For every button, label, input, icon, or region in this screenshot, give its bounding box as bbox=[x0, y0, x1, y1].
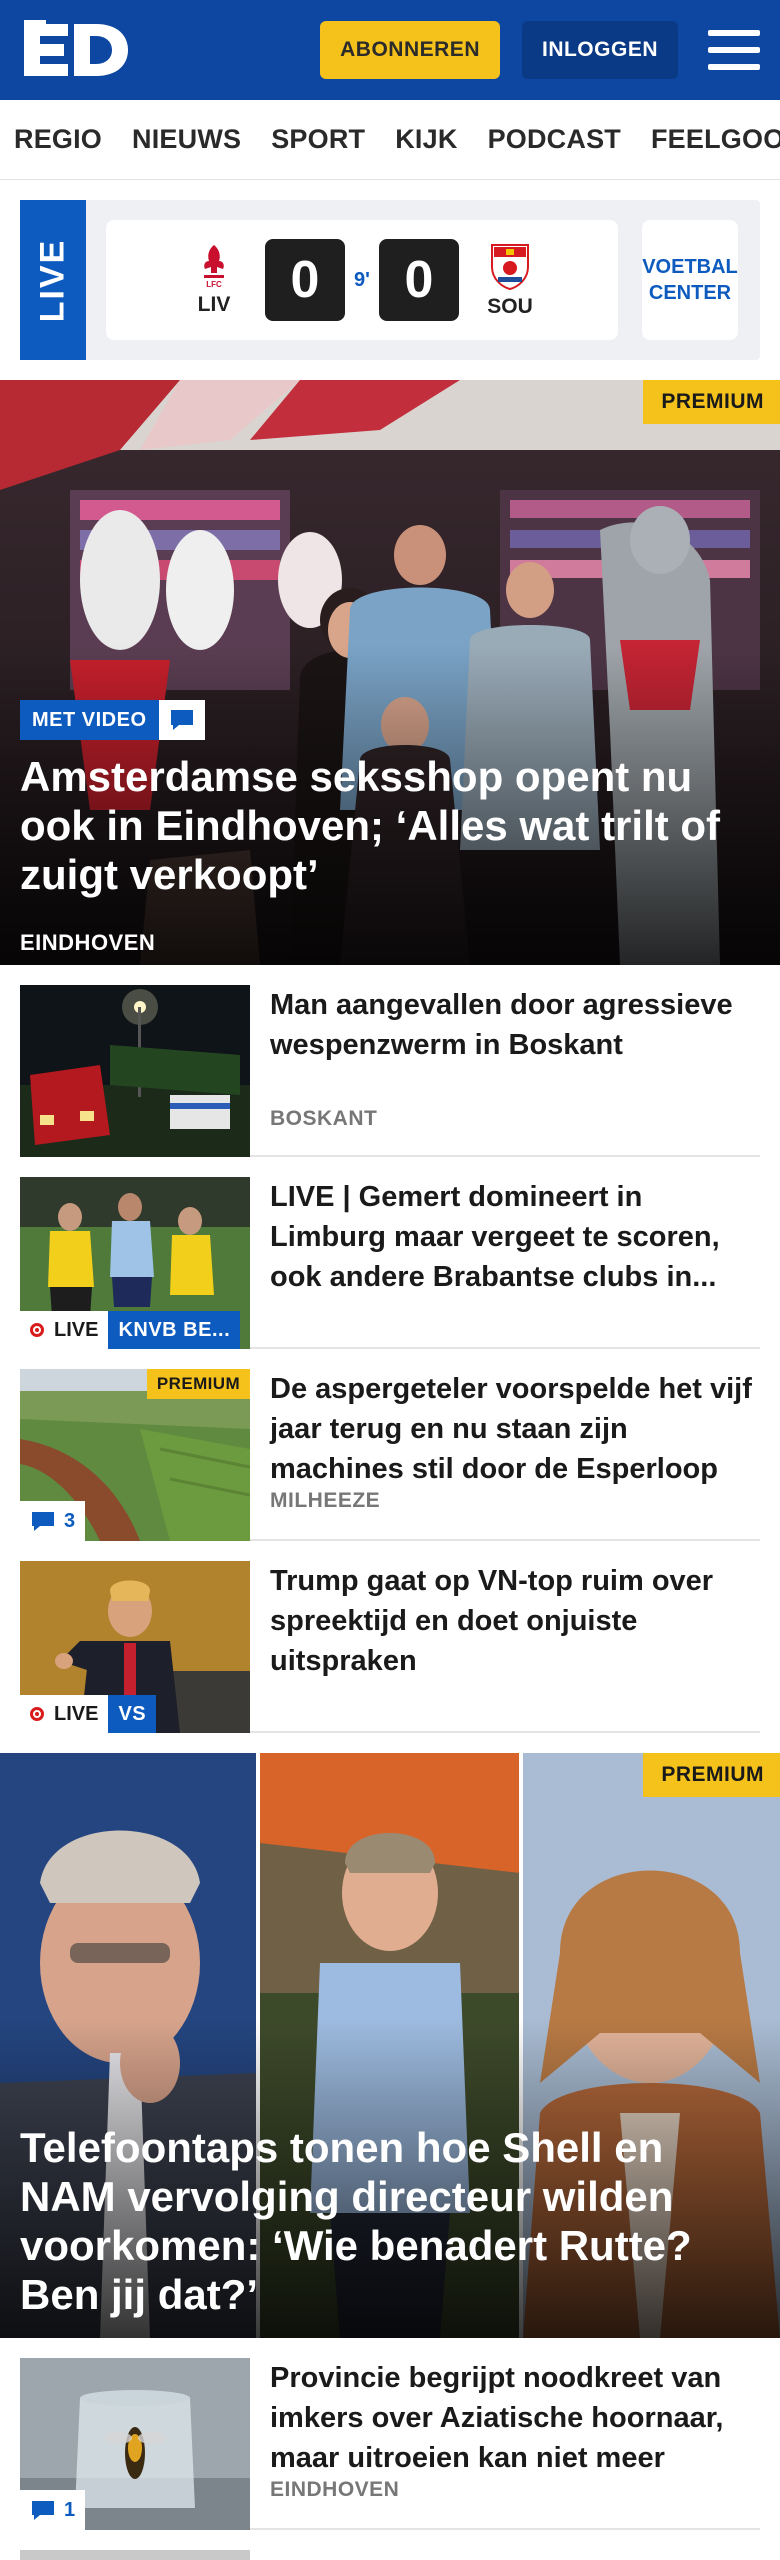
nav-item-feelgood[interactable]: FEELGOOD bbox=[651, 124, 780, 155]
menu-icon[interactable] bbox=[708, 28, 760, 72]
live-score-widget: LIVE LFC LIV 0 9' 0 SOU VOETBAL CENTER bbox=[20, 200, 760, 360]
video-badge: MET VIDEO bbox=[20, 700, 205, 740]
nav-item-regio[interactable]: REGIO bbox=[14, 124, 102, 155]
video-badge-label: MET VIDEO bbox=[20, 700, 159, 740]
away-score: 0 bbox=[379, 239, 459, 321]
southampton-crest-icon bbox=[491, 244, 529, 291]
live-dot-icon bbox=[30, 1323, 44, 1337]
live-badge-label: LIVE bbox=[20, 1311, 109, 1349]
voetbal-center-label: VOETBAL CENTER bbox=[642, 254, 738, 306]
away-team-abbr: SOU bbox=[487, 295, 533, 318]
comment-icon bbox=[32, 1512, 54, 1531]
list-item[interactable]: LIVE KNVB BE... LIVE | Gemert domineert … bbox=[20, 1157, 760, 1349]
list-item[interactable]: LIVE VS Trump gaat op VN-top ruim over s… bbox=[20, 1541, 760, 1733]
home-team-abbr: LIV bbox=[197, 293, 231, 316]
live-dot-icon bbox=[30, 1707, 44, 1721]
article-list: Man aangevallen door agressieve wespenzw… bbox=[0, 965, 780, 1733]
comment-icon bbox=[32, 2501, 54, 2520]
article-thumbnail: 1 bbox=[20, 2358, 250, 2530]
article-headline[interactable]: De aspergeteler voorspelde het vijf jaar… bbox=[270, 1369, 760, 1489]
article-location: EINDHOVEN bbox=[270, 2478, 400, 2501]
live-tab[interactable]: LIVE bbox=[20, 200, 86, 360]
home-score: 0 bbox=[265, 239, 345, 321]
nav-item-sport[interactable]: SPORT bbox=[271, 124, 365, 155]
comment-count: 3 bbox=[64, 1509, 76, 1532]
login-button[interactable]: INLOGGEN bbox=[521, 21, 678, 79]
voetbal-center-label-2: CENTER bbox=[648, 282, 732, 304]
comment-count: 1 bbox=[64, 2498, 76, 2521]
subscribe-button[interactable]: ABONNEREN bbox=[320, 21, 500, 79]
home-team: LFC LIV bbox=[179, 243, 249, 317]
premium-badge: PREMIUM bbox=[146, 1369, 250, 1399]
premium-badge: PREMIUM bbox=[643, 1753, 780, 1797]
nav-item-kijk[interactable]: KIJK bbox=[395, 124, 457, 155]
comment-icon bbox=[158, 700, 205, 740]
live-badge: LIVE VS bbox=[20, 1695, 157, 1733]
hero-location: EINDHOVEN bbox=[20, 930, 156, 955]
hero-headline[interactable]: Amsterdamse seksshop opent nu ook in Ein… bbox=[20, 752, 760, 899]
premium-badge: PREMIUM bbox=[643, 380, 780, 424]
nav-item-podcast[interactable]: PODCAST bbox=[488, 124, 621, 155]
article-headline[interactable]: Provincie begrijpt noodkreet van imkers … bbox=[270, 2358, 760, 2478]
article-headline[interactable]: LIVE | Gemert domineert in Limburg maar … bbox=[270, 1177, 760, 1297]
nav-item-nieuws[interactable]: NIEUWS bbox=[132, 124, 241, 155]
main-nav: REGIO NIEUWS SPORT KIJK PODCAST FEELGOOD bbox=[0, 100, 780, 180]
away-team: SOU bbox=[475, 241, 545, 319]
hero2-headline[interactable]: Telefoontaps tonen hoe Shell en NAM verv… bbox=[20, 2123, 760, 2319]
live-badge-label: LIVE bbox=[20, 1695, 109, 1733]
live-tab-label: LIVE bbox=[33, 238, 72, 322]
article-location: BOSKANT bbox=[270, 1107, 378, 1130]
article-thumbnail: LIVE KNVB BE... bbox=[20, 1177, 250, 1349]
match-score-card[interactable]: LFC LIV 0 9' 0 SOU bbox=[106, 220, 618, 340]
match-minute: 9' bbox=[354, 268, 370, 291]
list-item[interactable]: PREMIUM 3 De aspergeteler voorspelde het… bbox=[20, 1349, 760, 1541]
site-header: ABONNEREN INLOGGEN bbox=[0, 0, 780, 100]
article-headline[interactable]: Man aangevallen door agressieve wespenzw… bbox=[270, 985, 760, 1065]
hero-article-2[interactable]: PREMIUM Telefoontaps tonen hoe Shell en … bbox=[0, 1753, 780, 2338]
live-badge: LIVE KNVB BE... bbox=[20, 1311, 241, 1349]
voetbal-center-label-1: VOETBAL bbox=[642, 256, 738, 278]
list-item[interactable]: 1 Provincie begrijpt noodkreet van imker… bbox=[20, 2338, 760, 2530]
list-item[interactable]: Man aangevallen door agressieve wespenzw… bbox=[20, 965, 760, 1157]
article-location: MILHEEZE bbox=[270, 1489, 381, 1512]
article-thumbnail bbox=[20, 985, 250, 1157]
article-thumbnail: PREMIUM 3 bbox=[20, 1369, 250, 1541]
live-badge-tag: VS bbox=[108, 1695, 157, 1733]
comment-count-badge: 1 bbox=[20, 2490, 86, 2530]
live-badge-text: LIVE bbox=[54, 1702, 99, 1725]
svg-text:LFC: LFC bbox=[206, 280, 222, 289]
article-list-2: 1 Provincie begrijpt noodkreet van imker… bbox=[0, 2338, 780, 2560]
article-thumbnail bbox=[20, 2550, 250, 2560]
live-badge-tag: KNVB BE... bbox=[108, 1311, 241, 1349]
liverpool-crest-icon: LFC bbox=[204, 245, 224, 289]
article-thumbnail: LIVE VS bbox=[20, 1561, 250, 1733]
hero-article[interactable]: PREMIUM MET VIDEO Amsterdamse seksshop o… bbox=[0, 380, 780, 965]
live-badge-text: LIVE bbox=[54, 1318, 99, 1341]
comment-count-badge: 3 bbox=[20, 1501, 86, 1541]
ed-logo[interactable] bbox=[20, 18, 140, 82]
voetbal-center-link[interactable]: VOETBAL CENTER bbox=[642, 220, 738, 340]
article-headline[interactable]: Trump gaat op VN-top ruim over spreektij… bbox=[270, 1561, 760, 1681]
list-item-partial[interactable] bbox=[20, 2530, 760, 2560]
